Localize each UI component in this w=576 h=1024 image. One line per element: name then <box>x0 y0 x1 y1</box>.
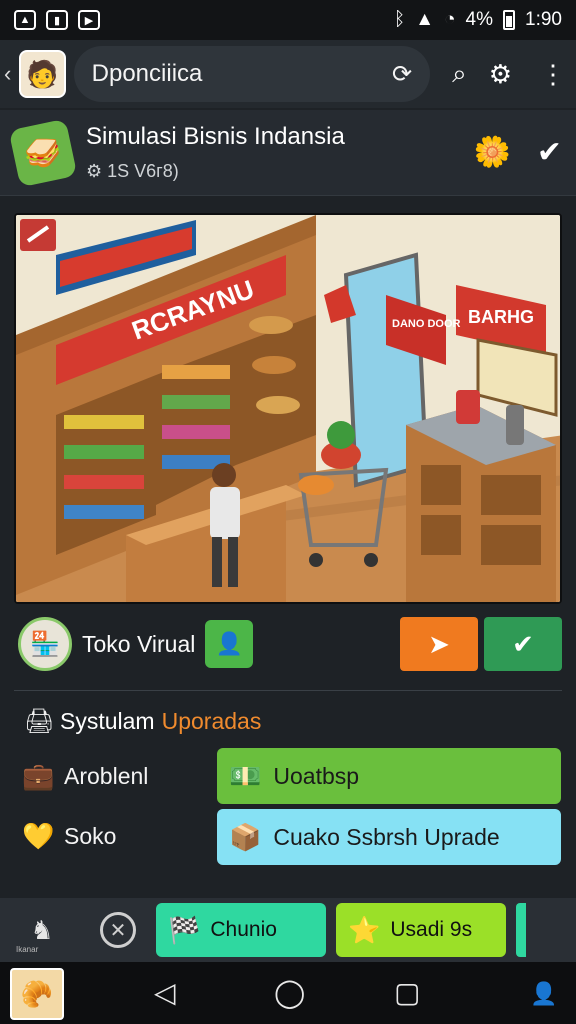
arrow-icon: ➤ <box>428 628 450 659</box>
checkmark-icon: ✔ <box>512 628 534 659</box>
box-icon: 📦 <box>229 821 262 852</box>
game-logo: 🥪 <box>8 118 78 187</box>
upgrades-title: 🖨 Systulam Uporadas <box>24 707 261 736</box>
youtube-icon: ▶ <box>78 10 100 30</box>
nav-back-icon[interactable]: ◁ <box>154 976 176 1009</box>
store-label: Toko Virual <box>82 630 196 657</box>
app-title: Dponciiica <box>91 60 203 87</box>
upgrade-button-2[interactable]: 📦 Cuako Ssbrsh Uprade <box>217 809 561 865</box>
figure-icon: ♞ <box>30 914 54 945</box>
nav-home-icon[interactable]: ◯ <box>274 976 305 1009</box>
tab-home[interactable]: ♞ Ikanar <box>12 914 72 954</box>
refresh-icon[interactable]: ⟳ <box>392 60 412 89</box>
game-title: Simulasi Bisnis Indansia <box>86 123 345 150</box>
signal-icon: ▲ <box>415 9 435 30</box>
upgrade-button-1[interactable]: 💵 Uoatbsp <box>217 748 561 804</box>
system-nav-bar: 🥐 ◁ ◯ ▢ 👤 <box>0 962 576 1024</box>
upgrade-button-2-label: Cuako Ssbrsh Uprade <box>273 823 500 850</box>
back-icon[interactable]: ‹ <box>4 61 17 87</box>
image-icon: ▲ <box>14 10 36 30</box>
wall-sign-2-text: DANO DOOR <box>392 318 461 330</box>
store-badge-icon[interactable]: 👤 <box>205 620 254 668</box>
flag-icon: 🏁 <box>168 914 201 945</box>
upgrades-panel: 🖨 Systulam Uporadas 💼 Aroblenl 💵 Uoatbsp… <box>14 690 562 880</box>
upgrade-button-1-label: Uoatbsp <box>273 762 360 789</box>
chart-icon: ▮ <box>46 10 68 30</box>
battery-icon <box>503 10 516 30</box>
search-icon[interactable]: ⌕ <box>452 58 467 90</box>
orange-action-button[interactable]: ➤ <box>400 617 478 671</box>
confirm-button[interactable]: ✔ <box>484 617 562 671</box>
store-scene[interactable]: RCRAYNU BARHG DANO DOOR <box>14 213 562 604</box>
briefcase-icon: 💼 <box>22 761 55 791</box>
cash-icon: 💵 <box>229 760 262 791</box>
recent-app-thumbnail[interactable]: 🥐 <box>10 968 64 1020</box>
scene-close-button[interactable] <box>20 219 56 251</box>
usadi-label: Usadi 9s <box>390 918 473 941</box>
game-subtitle: ⚙ 1S V6г8) <box>86 161 179 181</box>
wall-sign-1-text: BARHG <box>468 307 534 327</box>
title-bar: Dponciiica ⟳ <box>73 46 431 102</box>
status-bar: ▲ ▮ ▶ ᛒ ▲ ◔ 4% 1:90 <box>0 0 576 40</box>
usadi-button[interactable]: ⭐ Usadi 9s <box>336 903 506 957</box>
chunio-button[interactable]: 🏁 Chunio <box>156 903 326 957</box>
avatar[interactable]: 🧑 <box>19 50 66 98</box>
store-row: 🏪 Toko Virual 👤 ➤ ✔ <box>18 612 562 676</box>
gear-icon[interactable]: ⚙ <box>489 59 512 90</box>
upgrades-title-part1: Systulam <box>60 708 155 734</box>
upgrades-title-part2: Uporadas <box>161 708 262 734</box>
clock: 1:90 <box>525 9 562 30</box>
upgrade-row-1: 💼 Aroblenl <box>22 761 148 792</box>
app-bar: ‹ 🧑 Dponciiica ⟳ ⌕ ⚙ ⋮ <box>0 40 576 108</box>
profile-stats-icon[interactable]: 👤 <box>524 974 564 1014</box>
bluetooth-icon: ᛒ <box>393 9 406 30</box>
chunio-label: Chunio <box>210 918 277 941</box>
battery-percent: 4% <box>465 9 494 30</box>
overflow-tab[interactable] <box>516 903 526 957</box>
heart-icon: 💛 <box>22 821 55 851</box>
wifi-icon: ◔ <box>444 9 456 30</box>
close-check-icon[interactable]: ✔ <box>537 135 562 170</box>
store-illustration: RCRAYNU BARHG DANO DOOR <box>16 215 560 602</box>
nav-recents-icon[interactable]: ▢ <box>394 976 420 1009</box>
upgrade-row-1-label: Aroblenl <box>64 763 149 789</box>
upgrade-row-2-label: Soko <box>64 823 117 849</box>
mascot-icon[interactable]: 🌼 <box>474 135 511 170</box>
game-header: 🥪 Simulasi Bisnis Indansia ⚙ 1S V6г8) 🌼 … <box>0 110 576 196</box>
bottom-tab-bar: ♞ Ikanar ✕ 🏁 Chunio ⭐ Usadi 9s <box>0 898 576 962</box>
star-icon: ⭐ <box>348 914 381 945</box>
tab-home-label: Ikanar <box>16 944 39 954</box>
store-thumbnail-icon[interactable]: 🏪 <box>18 617 72 671</box>
cancel-circle-icon[interactable]: ✕ <box>100 912 136 948</box>
system-icon: 🖨 <box>24 708 55 735</box>
more-icon[interactable]: ⋮ <box>540 59 566 90</box>
upgrade-row-2: 💛 Soko <box>22 821 116 852</box>
